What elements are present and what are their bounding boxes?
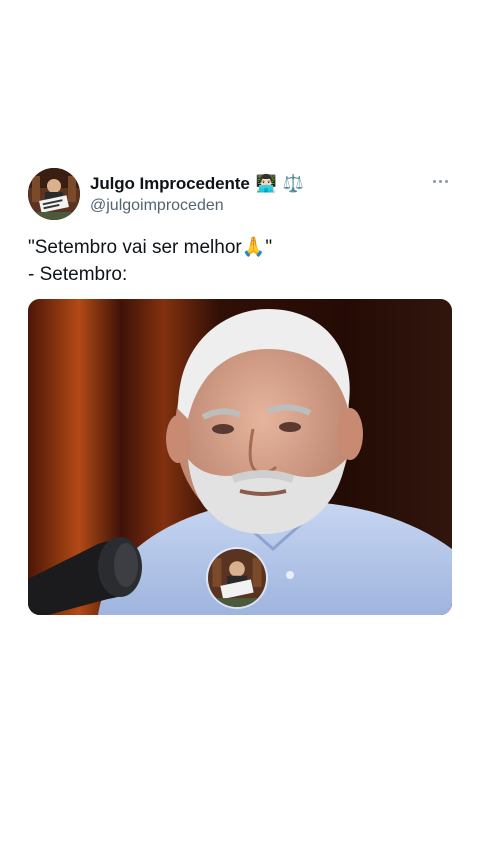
tweet-media[interactable] — [28, 299, 452, 615]
tweet-text: "Setembro vai ser melhor🙏" - Setembro: — [28, 237, 273, 285]
balance-scale-emoji-icon: ⚖️ — [282, 173, 305, 194]
avatar-image — [28, 168, 80, 220]
man-technologist-emoji-icon: 👨🏻‍💻 — [255, 173, 277, 194]
avatar[interactable] — [28, 168, 80, 220]
more-options-icon[interactable] — [430, 176, 450, 186]
channel-avatar-watermark-icon — [208, 549, 266, 607]
tweet: Julgo Improcedente 👨🏻‍💻 ⚖️ @julgoimproce… — [28, 168, 452, 615]
tweet-header: Julgo Improcedente 👨🏻‍💻 ⚖️ @julgoimproce… — [28, 168, 452, 220]
handle[interactable]: @julgoimproceden — [90, 197, 304, 215]
display-name[interactable]: Julgo Improcedente — [90, 174, 250, 194]
